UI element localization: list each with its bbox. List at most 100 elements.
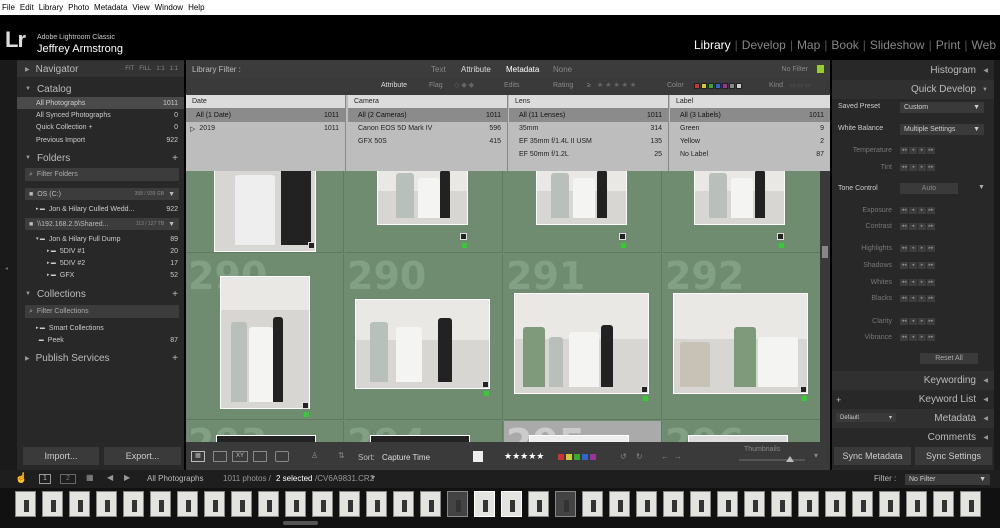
menu-view[interactable]: View [132,3,149,12]
vibrance-steppers[interactable]: ◂◂ ◂ ▸ ▸▸ [900,333,936,341]
contrast-steppers[interactable]: ◂◂ ◂ ▸ ▸▸ [900,222,936,230]
column-header[interactable]: Date [186,95,345,109]
filmstrip[interactable] [0,488,1000,528]
filmstrip-thumbnail[interactable] [582,491,603,517]
catalog-item-all-synced[interactable]: All Synced Photographs 0 [17,109,184,121]
keyword-list-header[interactable]: + Keyword List ◀ [832,390,994,409]
painter-icon[interactable]: ♙ [311,451,318,460]
catalog-item-previous-import[interactable]: Previous Import 922 [17,134,184,146]
filmstrip-thumbnail[interactable] [906,491,927,517]
collections-header[interactable]: ▼ Collections + [17,286,184,302]
catalog-item-quick-collection[interactable]: Quick Collection + 0 [17,121,184,133]
menu-edit[interactable]: Edit [20,3,34,12]
filmstrip-thumbnail[interactable] [69,491,90,517]
filmstrip-thumbnail[interactable] [447,491,468,517]
folders-header[interactable]: ▼ Folders + [17,150,184,166]
scrollbar-thumb[interactable] [822,246,828,258]
color-swatch[interactable] [722,83,728,89]
filmstrip-thumbnail[interactable] [474,491,495,517]
module-library[interactable]: Library [690,38,735,52]
metadata-header[interactable]: Default ▾ Metadata ◀ [832,409,994,428]
filmstrip-thumbnail[interactable] [15,491,36,517]
metadata-row[interactable]: All (3 Labels) 1011 [670,109,830,122]
filmstrip-thumbnail[interactable] [258,491,279,517]
rating-stars-icon[interactable]: ★★★★★ [504,451,544,462]
collection-smart-collections[interactable]: ▸ ▬ Smart Collections [17,322,184,334]
filter-collections-input[interactable]: ⌕ Filter Collections [25,305,179,318]
filmstrip-thumbnail[interactable] [42,491,63,517]
metadata-row[interactable]: GFX 50S 415 [348,135,507,148]
sync-settings-button[interactable]: Sync Settings [915,447,992,465]
filmstrip-thumbnail[interactable] [663,491,684,517]
expand-triangle-icon[interactable]: ▷ [190,125,195,133]
histogram-header[interactable]: Histogram ◀ [832,61,994,80]
metadata-row[interactable]: All (2 Cameras) 1011 [348,109,507,122]
filmstrip-thumbnail[interactable] [150,491,171,517]
filter-tab-attribute[interactable]: Attribute [461,65,491,74]
filmstrip-thumbnail[interactable] [825,491,846,517]
metadata-preset-dropdown[interactable]: Default ▾ [836,413,896,422]
column-header[interactable]: Lens [509,95,668,109]
filmstrip-thumbnail[interactable] [285,491,306,517]
zoom-custom[interactable]: 1:1 [170,66,178,72]
folder-item-full-dump[interactable]: ▾ ▬ Jon & Hilary Full Dump 89 [17,233,184,245]
flag-icon[interactable] [473,451,483,462]
module-map[interactable]: Map [793,38,824,52]
metadata-row[interactable]: Green 9 [670,122,830,135]
add-folder-icon[interactable]: + [172,153,178,164]
zoom-fit[interactable]: FIT [125,66,134,72]
collapse-left-icon[interactable]: ◂ [5,265,8,272]
rotate-left-icon[interactable]: ↺ [620,452,627,461]
filmstrip-thumbnail[interactable] [960,491,981,517]
import-button[interactable]: Import... [23,447,99,465]
filename-dropdown-icon[interactable]: ▾ [371,473,375,482]
filter-tab-none[interactable]: None [553,65,572,74]
navigator-header[interactable]: ▶ Navigator FIT FILL 1:1 1:1 [17,61,184,77]
zoom-1to1[interactable]: 1:1 [156,66,164,72]
photo-thumbnail[interactable] [514,293,649,394]
filmstrip-thumbnail[interactable] [96,491,117,517]
collection-peek[interactable]: ▬ Peek 87 [17,334,184,346]
compare-view-icon[interactable]: XY [232,451,248,462]
catalog-header[interactable]: ▼ Catalog [17,81,184,97]
grid-cell[interactable] [504,171,662,253]
grid-scrollbar[interactable] [820,171,830,442]
volume-network-share[interactable]: ■ \\192.168.2.5\Shared... 113 / 127 TB ▼ [25,218,179,230]
menu-photo[interactable]: Photo [68,3,89,12]
menu-help[interactable]: Help [188,3,204,12]
publish-services-header[interactable]: ▶ Publish Services + [17,350,184,366]
color-label-button[interactable] [590,454,596,460]
color-label-button[interactable] [574,454,580,460]
color-swatch[interactable] [736,83,742,89]
metadata-row[interactable]: All (1 Date) 1011 [186,109,345,122]
filmstrip-thumbnail[interactable] [636,491,657,517]
filter-folders-input[interactable]: ⌕ Filter Folders [25,168,179,181]
back-arrow-icon[interactable]: ◀ [107,473,113,482]
export-button[interactable]: Export... [104,447,181,465]
menu-window[interactable]: Window [155,3,183,12]
metadata-row[interactable]: No Label 87 [670,148,830,161]
clarity-steppers[interactable]: ◂◂ ◂ ▸ ▸▸ [900,317,936,325]
grid-cell[interactable]: 295 [504,421,662,442]
lock-icon[interactable] [817,65,824,73]
metadata-row[interactable]: ▷ 2019 1011 [186,122,345,135]
rotate-right-icon[interactable]: ↻ [636,452,643,461]
photo-thumbnail[interactable] [536,171,627,225]
folder-item-5div-1[interactable]: ▸ ▬ 5DIV #1 20 [17,245,184,257]
zoom-fill[interactable]: FILL [139,66,151,72]
filmstrip-thumbnail[interactable] [771,491,792,517]
grid-cell[interactable]: 290 [186,254,344,420]
metadata-row[interactable]: EF 50mm f/1.2L 25 [509,148,668,161]
folder-item-gfx[interactable]: ▸ ▬ GFX 52 [17,269,184,281]
volume-os-c[interactable]: ■ OS (C:) 358 / 939 GB ▼ [25,188,179,200]
color-swatch[interactable] [715,83,721,89]
menu-metadata[interactable]: Metadata [94,3,127,12]
grid-cell[interactable]: 294 [345,421,503,442]
photo-thumbnail[interactable] [529,435,629,442]
grid-cell[interactable] [186,171,344,253]
color-label-button[interactable] [558,454,564,460]
rating-operator[interactable]: ≥ [587,82,591,89]
saved-preset-dropdown[interactable]: Custom ▼ [900,102,984,113]
module-book[interactable]: Book [827,38,862,52]
metadata-row[interactable]: EF 35mm f/1.4L II USM 135 [509,135,668,148]
